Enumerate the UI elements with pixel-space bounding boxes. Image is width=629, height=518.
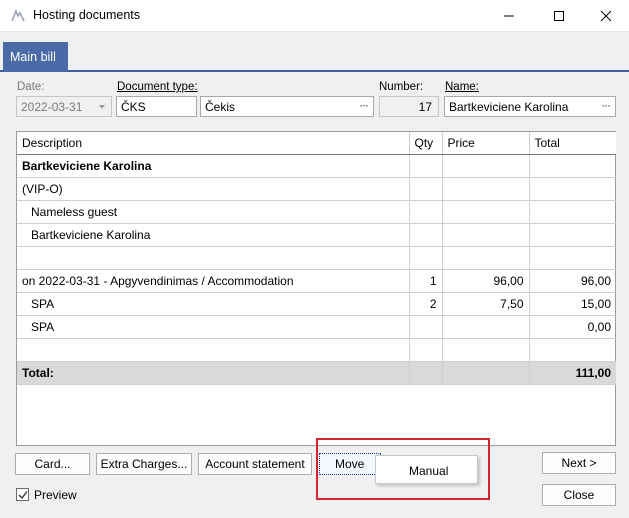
- document-type-name: Čekis: [205, 100, 236, 114]
- row-description-cell: SPA: [17, 292, 410, 316]
- checkmark-icon: [18, 491, 28, 500]
- row-total-cell: 15,00: [529, 292, 616, 316]
- row-qty-cell: [409, 246, 443, 270]
- total-qty-cell: [409, 361, 443, 385]
- document-type-label: Document type:: [117, 81, 198, 93]
- table-row[interactable]: Bartkeviciene Karolina: [17, 223, 616, 247]
- table-row[interactable]: SPA 0,00: [17, 315, 616, 339]
- row-description-cell: [17, 338, 410, 362]
- close-icon: [600, 10, 612, 22]
- minimize-icon: [504, 15, 514, 17]
- row-price-cell: [442, 154, 530, 178]
- row-qty-cell: [409, 223, 443, 247]
- tab-strip: Main bill: [0, 32, 629, 72]
- row-qty-cell: [409, 338, 443, 362]
- next-button[interactable]: Next >: [542, 452, 616, 474]
- column-header-description[interactable]: Description: [17, 132, 410, 155]
- row-total-cell: [529, 200, 616, 224]
- row-qty-cell: 1: [409, 269, 443, 293]
- maximize-button[interactable]: [536, 0, 582, 32]
- table-row[interactable]: on 2022-03-31 - Apgyvendinimas / Accommo…: [17, 269, 616, 293]
- number-label: Number:: [379, 81, 424, 93]
- column-header-qty[interactable]: Qty: [409, 132, 443, 155]
- date-field: 2022-03-31: [16, 96, 112, 117]
- row-description-cell: on 2022-03-31 - Apgyvendinimas / Accommo…: [17, 269, 410, 293]
- row-price-cell: [442, 246, 530, 270]
- title-bar: Hosting documents: [0, 0, 629, 32]
- app-icon: [10, 8, 26, 24]
- bill-table: Description Qty Price Total Bartkevicien…: [17, 132, 616, 385]
- row-description-cell: SPA: [17, 315, 410, 339]
- row-qty-cell: [409, 177, 443, 201]
- tab-main-bill[interactable]: Main bill: [3, 42, 68, 72]
- document-type-code-field[interactable]: ČKS: [116, 96, 197, 117]
- row-total-cell: [529, 223, 616, 247]
- column-header-total[interactable]: Total: [529, 132, 616, 155]
- date-value: 2022-03-31: [21, 100, 83, 114]
- chevron-down-icon: [99, 105, 105, 109]
- minimize-button[interactable]: [486, 0, 532, 32]
- card-button[interactable]: Card...: [15, 453, 90, 475]
- row-description-cell: [17, 246, 410, 270]
- row-description-cell: Bartkeviciene Karolina: [17, 154, 410, 178]
- row-qty-cell: [409, 154, 443, 178]
- total-value: 111,00: [529, 361, 616, 385]
- table-row[interactable]: [17, 246, 616, 270]
- highlight-annotation: [316, 438, 490, 500]
- preview-checkbox[interactable]: [16, 488, 29, 501]
- row-description-cell: Bartkeviciene Karolina: [17, 223, 410, 247]
- lookup-ellipsis-icon[interactable]: ···: [359, 98, 369, 112]
- close-button[interactable]: Close: [542, 484, 616, 506]
- row-description-cell: Nameless guest: [17, 200, 410, 224]
- number-field: 17: [379, 96, 439, 117]
- total-price-cell: [442, 361, 530, 385]
- row-price-cell: [442, 200, 530, 224]
- table-header-row: Description Qty Price Total: [17, 132, 616, 155]
- row-total-cell: [529, 246, 616, 270]
- bill-lines-grid[interactable]: Description Qty Price Total Bartkevicien…: [16, 131, 616, 446]
- preview-label: Preview: [34, 488, 77, 502]
- row-total-cell: [529, 177, 616, 201]
- date-label: Date:: [17, 81, 45, 93]
- row-price-cell: 96,00: [442, 269, 530, 293]
- close-window-button[interactable]: [583, 0, 629, 32]
- document-type-name-field[interactable]: Čekis ···: [200, 96, 374, 117]
- table-row[interactable]: [17, 338, 616, 362]
- extra-charges-button[interactable]: Extra Charges...: [96, 453, 192, 475]
- maximize-icon: [554, 11, 564, 21]
- name-value: Bartkeviciene Karolina: [449, 100, 569, 114]
- row-total-cell: [529, 154, 616, 178]
- row-description-cell: (VIP-O): [17, 177, 410, 201]
- row-total-cell: 96,00: [529, 269, 616, 293]
- name-label: Name:: [445, 81, 479, 93]
- total-row: Total: 111,00: [17, 361, 616, 385]
- row-total-cell: 0,00: [529, 315, 616, 339]
- row-qty-cell: 2: [409, 292, 443, 316]
- total-label: Total:: [17, 361, 410, 385]
- table-row[interactable]: Bartkeviciene Karolina: [17, 154, 616, 178]
- name-field[interactable]: Bartkeviciene Karolina ···: [444, 96, 616, 117]
- row-price-cell: 7,50: [442, 292, 530, 316]
- account-statement-button[interactable]: Account statement: [198, 453, 312, 475]
- row-price-cell: [442, 315, 530, 339]
- window-title: Hosting documents: [33, 8, 141, 22]
- row-total-cell: [529, 338, 616, 362]
- table-row[interactable]: SPA 2 7,50 15,00: [17, 292, 616, 316]
- table-row[interactable]: Nameless guest: [17, 200, 616, 224]
- row-qty-cell: [409, 200, 443, 224]
- row-price-cell: [442, 223, 530, 247]
- row-qty-cell: [409, 315, 443, 339]
- column-header-price[interactable]: Price: [442, 132, 530, 155]
- lookup-ellipsis-icon[interactable]: ···: [601, 98, 611, 112]
- row-price-cell: [442, 338, 530, 362]
- table-row[interactable]: (VIP-O): [17, 177, 616, 201]
- row-price-cell: [442, 177, 530, 201]
